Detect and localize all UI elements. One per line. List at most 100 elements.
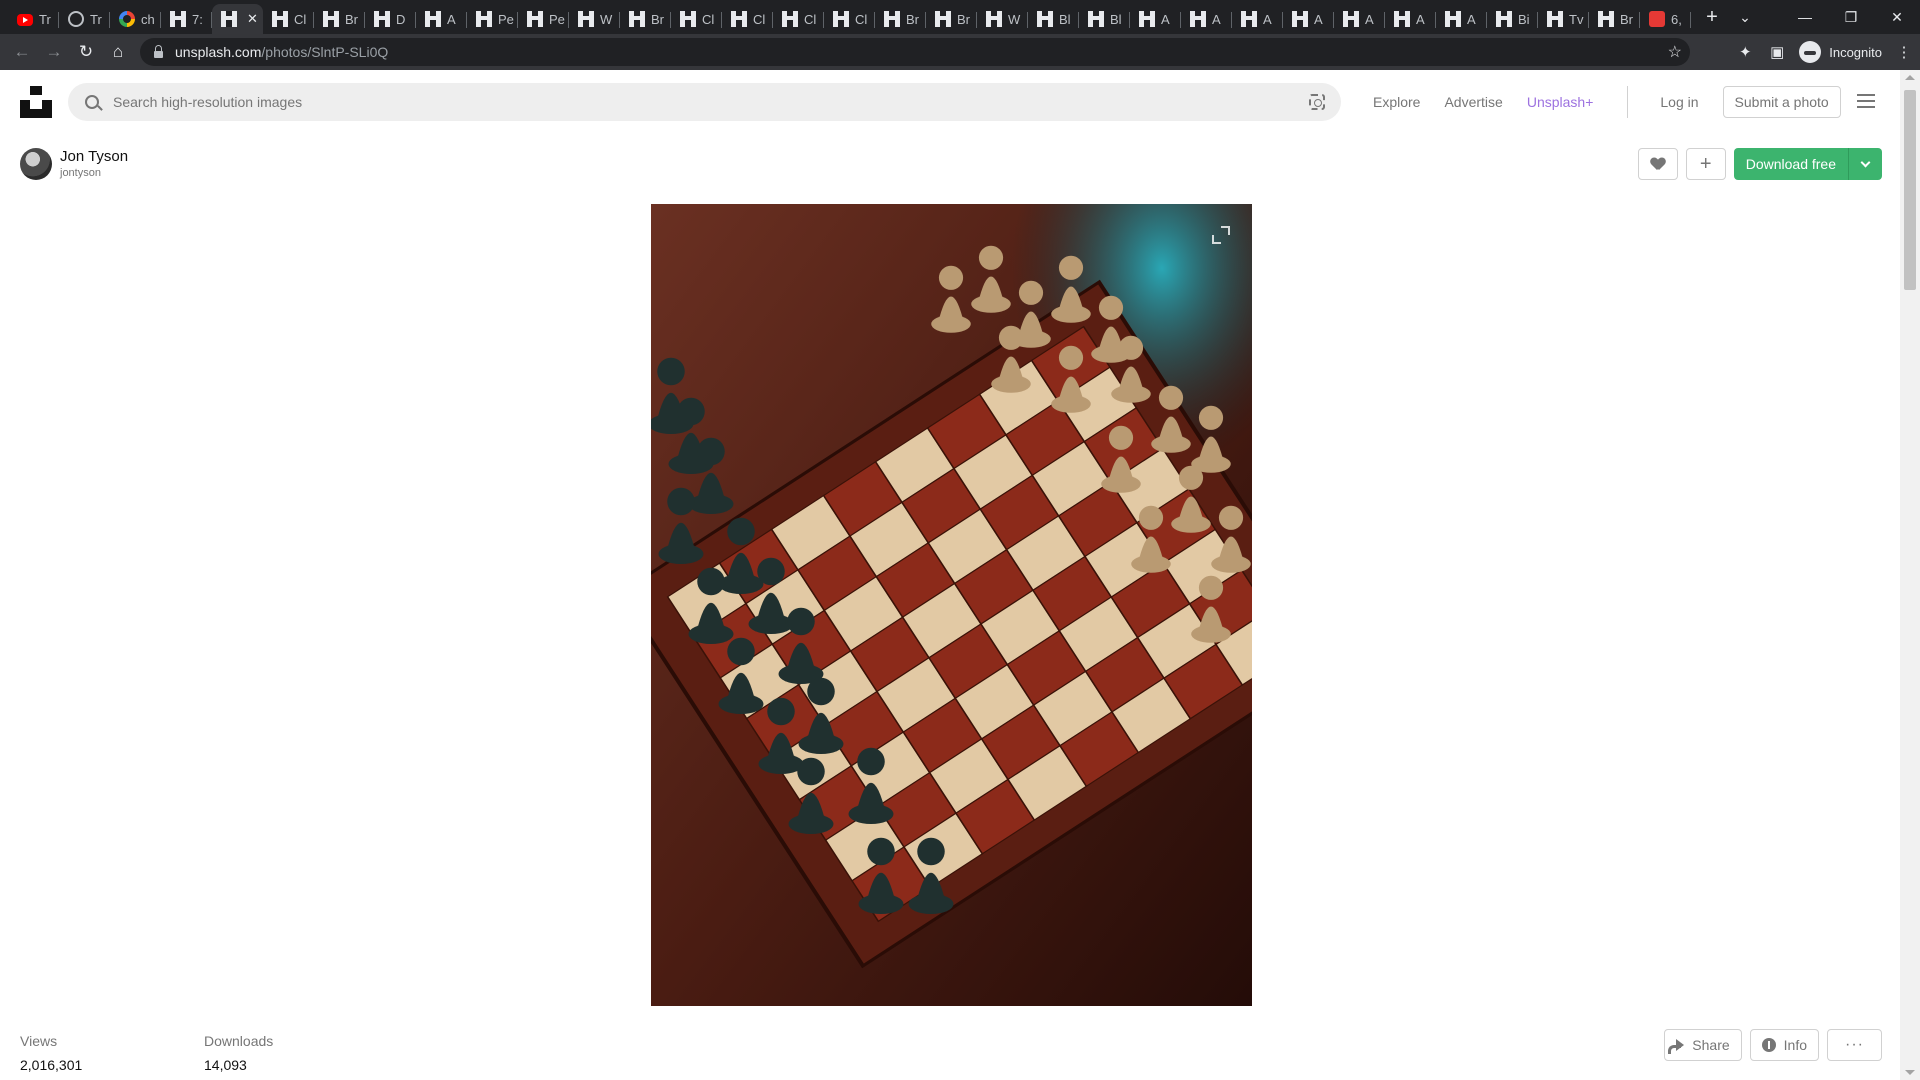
tab-title: W <box>1008 11 1021 27</box>
nav-unsplash-plus[interactable]: Unsplash+ <box>1527 94 1594 110</box>
add-to-collection-button[interactable]: + <box>1685 148 1726 180</box>
side-panel-icon[interactable]: ▣ <box>1761 43 1793 61</box>
avatar[interactable] <box>20 148 52 180</box>
browser-tab[interactable]: Cl <box>824 4 875 34</box>
browser-tab[interactable]: A <box>1232 4 1283 34</box>
browser-tab[interactable]: A <box>1283 4 1334 34</box>
heart-icon <box>1651 158 1665 170</box>
browser-tab[interactable]: Pe <box>518 4 569 34</box>
author-name[interactable]: Jon Tyson <box>60 148 128 166</box>
reload-button[interactable]: ↻ <box>70 36 102 68</box>
profile-button[interactable]: Incognito <box>1799 41 1882 63</box>
author-info[interactable]: Jon Tyson jontyson <box>20 148 128 180</box>
close-tab-icon[interactable]: ✕ <box>247 11 258 27</box>
author-handle[interactable]: jontyson <box>60 166 128 180</box>
restore-button[interactable]: ❐ <box>1828 9 1874 26</box>
browser-tab[interactable]: ✕ <box>212 4 263 34</box>
incognito-icon <box>1799 41 1822 63</box>
more-actions-button[interactable]: ··· <box>1827 1029 1882 1061</box>
tab-title: A <box>1467 11 1476 27</box>
browser-tab[interactable]: A <box>416 4 467 34</box>
browser-tab[interactable]: A <box>1130 4 1181 34</box>
browser-tab[interactable]: Br <box>314 4 365 34</box>
download-size-dropdown[interactable] <box>1848 148 1882 180</box>
close-window-button[interactable]: ✕ <box>1874 9 1920 26</box>
browser-tab[interactable]: Tv <box>1538 4 1589 34</box>
browser-tab[interactable]: ch <box>110 4 161 34</box>
unsplash-icon <box>629 11 645 27</box>
browser-tab[interactable]: W <box>569 4 620 34</box>
tab-title: A <box>1365 11 1374 27</box>
tab-title: Cl <box>753 11 766 27</box>
unsplash-icon <box>935 11 951 27</box>
stat-value: 14,093 <box>204 1057 247 1073</box>
hamburger-menu-icon[interactable] <box>1857 94 1875 108</box>
nav-advertise[interactable]: Advertise <box>1444 94 1502 110</box>
browser-tab[interactable]: Cl <box>671 4 722 34</box>
unsplash-icon <box>221 11 237 27</box>
address-bar[interactable]: unsplash.com/photos/SlntP-SLi0Q ☆ <box>140 38 1690 66</box>
bookmark-star-icon[interactable]: ☆ <box>1668 42 1682 62</box>
url-host: unsplash.com <box>175 44 262 60</box>
nav-explore[interactable]: Explore <box>1373 94 1420 110</box>
extensions-icon[interactable]: ✦ <box>1729 43 1761 61</box>
browser-tab[interactable]: W <box>977 4 1028 34</box>
back-button[interactable]: ← <box>6 36 38 68</box>
unsplash-icon <box>833 11 849 27</box>
browser-tab[interactable]: Bl <box>1028 4 1079 34</box>
submit-photo-button[interactable]: Submit a photo <box>1722 86 1841 118</box>
tab-title: ch <box>141 11 155 27</box>
browser-tab[interactable]: Tr <box>59 4 110 34</box>
search-icon[interactable] <box>85 95 99 109</box>
share-button[interactable]: Share <box>1664 1029 1742 1061</box>
lock-icon[interactable] <box>154 44 163 58</box>
login-link[interactable]: Log in <box>1660 94 1698 110</box>
search-bar <box>68 83 1341 121</box>
unsplash-icon <box>1547 11 1563 27</box>
scroll-down-arrow-icon[interactable] <box>1905 1070 1915 1075</box>
browser-tab[interactable]: Cl <box>773 4 824 34</box>
browser-tab[interactable]: Br <box>620 4 671 34</box>
visual-search-icon[interactable] <box>1309 94 1325 110</box>
tab-search-icon[interactable]: ⌄ <box>1722 9 1768 26</box>
main-photo[interactable] <box>651 204 1252 1006</box>
expand-icon[interactable] <box>1212 226 1230 244</box>
scroll-up-arrow-icon[interactable] <box>1905 75 1915 80</box>
browser-tab[interactable]: Br <box>875 4 926 34</box>
browser-tab[interactable]: 7: <box>161 4 212 34</box>
unsplash-logo-icon[interactable] <box>20 86 52 118</box>
browser-tab[interactable]: D <box>365 4 416 34</box>
browser-tab[interactable]: Br <box>1589 4 1640 34</box>
browser-tab[interactable]: A <box>1181 4 1232 34</box>
more-dots-icon: ··· <box>1845 1036 1864 1053</box>
browser-tab[interactable]: Br <box>926 4 977 34</box>
browser-tab[interactable]: Bi <box>1487 4 1538 34</box>
browser-tab[interactable]: Pe <box>467 4 518 34</box>
scrollbar-thumb[interactable] <box>1904 90 1916 290</box>
like-button[interactable] <box>1637 148 1678 180</box>
tab-title: Br <box>957 11 970 27</box>
minimize-button[interactable]: — <box>1782 9 1828 25</box>
browser-tab[interactable]: A <box>1334 4 1385 34</box>
unsplash-icon <box>476 11 492 27</box>
tab-title: 7: <box>192 11 203 27</box>
forward-button[interactable]: → <box>38 36 70 68</box>
info-button[interactable]: Info <box>1749 1029 1820 1061</box>
unsplash-icon <box>782 11 798 27</box>
page-scrollbar[interactable] <box>1900 70 1920 1080</box>
browser-tab[interactable]: Bl <box>1079 4 1130 34</box>
download-button[interactable]: Download free <box>1733 148 1848 180</box>
browser-tab[interactable]: Tr <box>8 4 59 34</box>
browser-tab[interactable]: 6, <box>1640 4 1691 34</box>
tab-title: Br <box>906 11 919 27</box>
url-text[interactable]: unsplash.com/photos/SlntP-SLi0Q <box>175 44 388 60</box>
search-input[interactable] <box>113 94 1263 110</box>
browser-menu-icon[interactable]: ⋮ <box>1888 43 1920 61</box>
home-button[interactable]: ⌂ <box>102 36 134 68</box>
browser-tab[interactable]: Cl <box>263 4 314 34</box>
unsplash-icon <box>323 11 339 27</box>
browser-tab[interactable]: Cl <box>722 4 773 34</box>
unsplash-icon <box>527 11 543 27</box>
browser-tab[interactable]: A <box>1436 4 1487 34</box>
browser-tab[interactable]: A <box>1385 4 1436 34</box>
